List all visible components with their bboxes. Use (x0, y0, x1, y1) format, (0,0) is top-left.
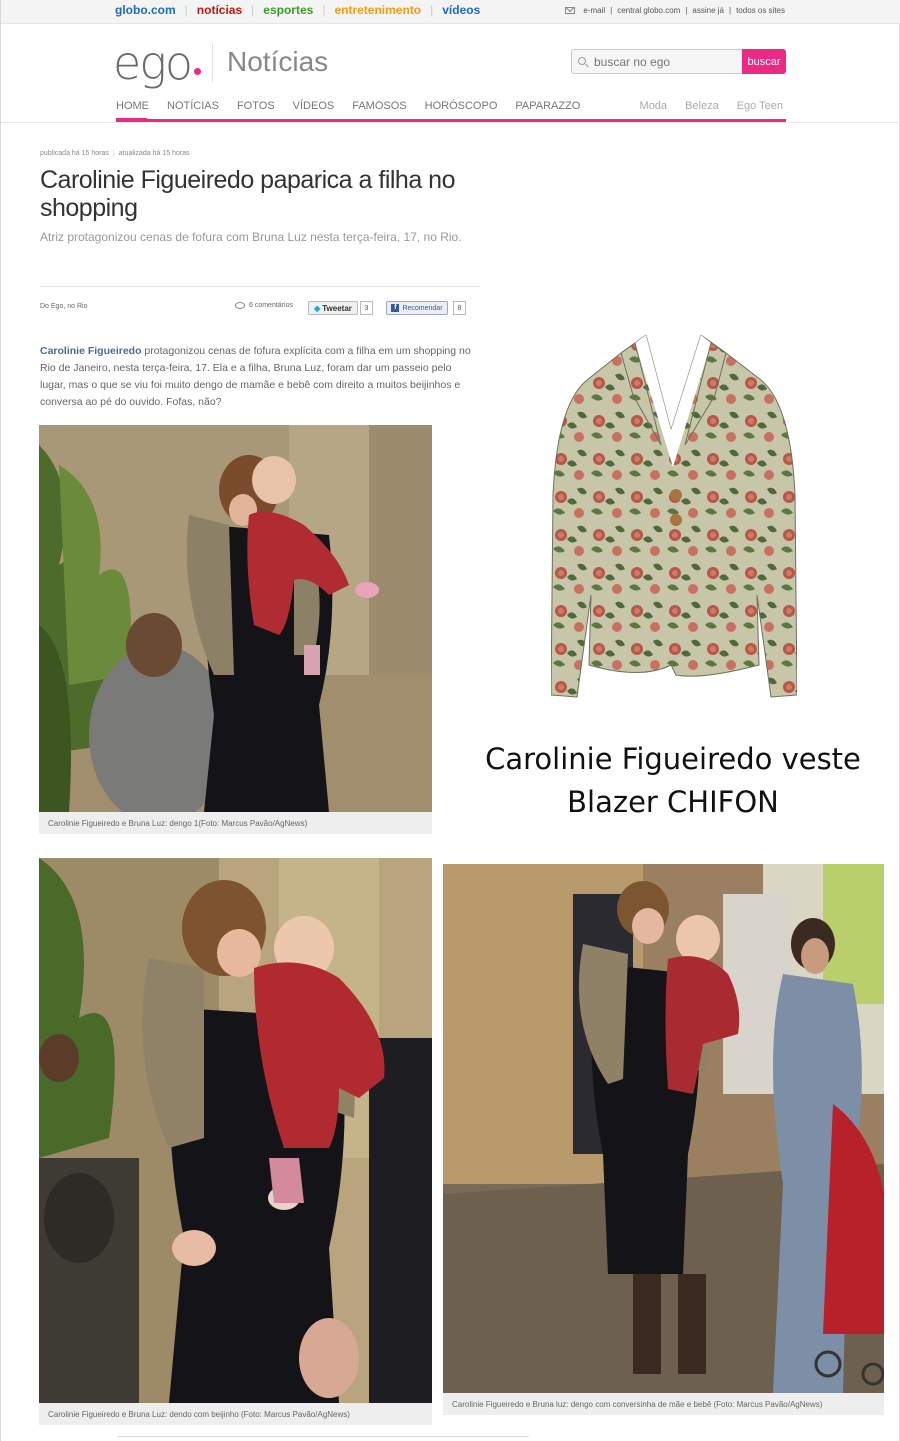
published-time: publicada há 15 horas (40, 150, 109, 157)
globo-link-home[interactable]: globo.com (115, 3, 176, 17)
fb-label: Recomendar (402, 304, 443, 312)
article-meta: publicada há 15 horas | atualizada há 15 h… (40, 150, 190, 157)
divider (40, 286, 480, 287)
secondary-nav: Moda Beleza Ego Teen (640, 100, 783, 112)
promo-line-2: Blazer CHIFON (567, 785, 779, 819)
globo-link-esportes[interactable]: esportes (263, 3, 313, 17)
mail-icon (565, 7, 576, 14)
separator: | (430, 3, 434, 17)
nav-moda[interactable]: Moda (640, 100, 668, 112)
body-lead-link[interactable]: Carolinie Figueiredo (40, 345, 142, 357)
photo-1[interactable] (39, 425, 432, 812)
separator: | (729, 6, 732, 15)
photo-2[interactable] (39, 858, 432, 1403)
separator: | (184, 3, 188, 17)
photo-3-caption: Carolinie Figueiredo e Bruna luz: dengo … (443, 1393, 884, 1415)
separator: | (251, 3, 255, 17)
util-todos-link[interactable]: todos os sites (736, 6, 785, 15)
comment-bubble-icon (235, 302, 245, 309)
nav-beleza[interactable]: Beleza (685, 100, 719, 112)
bottom-divider (117, 1436, 529, 1437)
globo-top-bar: globo.com | notícias | esportes | entret… (1, 0, 900, 24)
photo-3-image (443, 864, 884, 1393)
facebook-icon: f (391, 304, 400, 312)
photo-1-caption: Carolinie Figueiredo e Bruna Luz: dengo … (39, 812, 432, 834)
fb-count: 8 (453, 301, 466, 315)
article-body: Carolinie Figueiredo protagonizou cenas … (40, 343, 480, 411)
blazer-image (551, 335, 797, 698)
nav-videos[interactable]: VÍDEOS (293, 100, 335, 112)
util-email-link[interactable]: e-mail (583, 6, 605, 15)
header-divider (1, 122, 900, 123)
main-nav: HOME NOTÍCIAS FOTOS VÍDEOS FAMOSOS HORÓS… (116, 100, 598, 112)
blazer-product-image[interactable] (551, 335, 797, 701)
separator: | (322, 3, 326, 17)
logo-divider (212, 44, 213, 82)
globo-link-entretenimento[interactable]: entretenimento (334, 3, 421, 17)
search-input[interactable] (594, 53, 739, 71)
promo-line-1: Carolinie Figueiredo veste (485, 742, 861, 776)
byline: Do Ego, no Rio (40, 303, 88, 310)
tweet-label: Tweetar (322, 303, 352, 313)
globo-link-noticias[interactable]: notícias (197, 3, 242, 17)
nav-fotos[interactable]: FOTOS (237, 100, 275, 112)
page: globo.com | notícias | esportes | entret… (0, 0, 900, 1441)
facebook-recommend-button[interactable]: f Recomendar (386, 301, 448, 315)
separator: | (610, 6, 613, 15)
globo-link-videos[interactable]: vídeos (442, 3, 480, 17)
util-central-link[interactable]: central globo.com (617, 6, 680, 15)
separator: | (112, 150, 115, 157)
photo-2-image (39, 858, 432, 1403)
comments-count: 6 comentários (249, 302, 293, 309)
nav-noticias[interactable]: NOTÍCIAS (167, 100, 219, 112)
photo-1-image (39, 425, 432, 812)
article-headline: Carolinie Figueiredo paparica a filha no… (40, 166, 456, 222)
util-assine-link[interactable]: assine já (692, 6, 724, 15)
search-button[interactable]: buscar (742, 49, 786, 74)
tweet-button[interactable]: ◆ Tweetar (308, 301, 358, 315)
search-icon (578, 57, 586, 65)
nav-horoscopo[interactable]: HORÓSCOPO (425, 100, 498, 112)
updated-time: atualizada há 15 horas (118, 150, 190, 157)
logo-dot (194, 68, 201, 75)
article-subhead: Atriz protagonizou cenas de fofura com B… (40, 230, 462, 244)
photo-3[interactable] (443, 864, 884, 1393)
comments-link[interactable]: 6 comentários (235, 302, 293, 309)
search-box (571, 49, 743, 74)
nav-home[interactable]: HOME (116, 100, 149, 112)
promo-text: Carolinie Figueiredo veste Blazer CHIFON (471, 738, 875, 824)
separator: | (685, 6, 688, 15)
ego-logo[interactable]: ego (113, 36, 193, 90)
nav-famosos[interactable]: FAMOSOS (352, 100, 406, 112)
photo-2-caption: Carolinie Figueiredo e Bruna Luz: dendo … (39, 1403, 432, 1425)
globo-links: globo.com | notícias | esportes | entret… (115, 3, 480, 17)
section-title: Notícias (227, 46, 329, 77)
nav-ego-teen[interactable]: Ego Teen (737, 100, 783, 112)
tweet-count: 3 (360, 301, 373, 315)
utility-links: e-mail | central globo.com | assine já |… (565, 6, 785, 15)
twitter-bird-icon: ◆ (314, 303, 321, 313)
nav-paparazzo[interactable]: PAPARAZZO (515, 100, 580, 112)
